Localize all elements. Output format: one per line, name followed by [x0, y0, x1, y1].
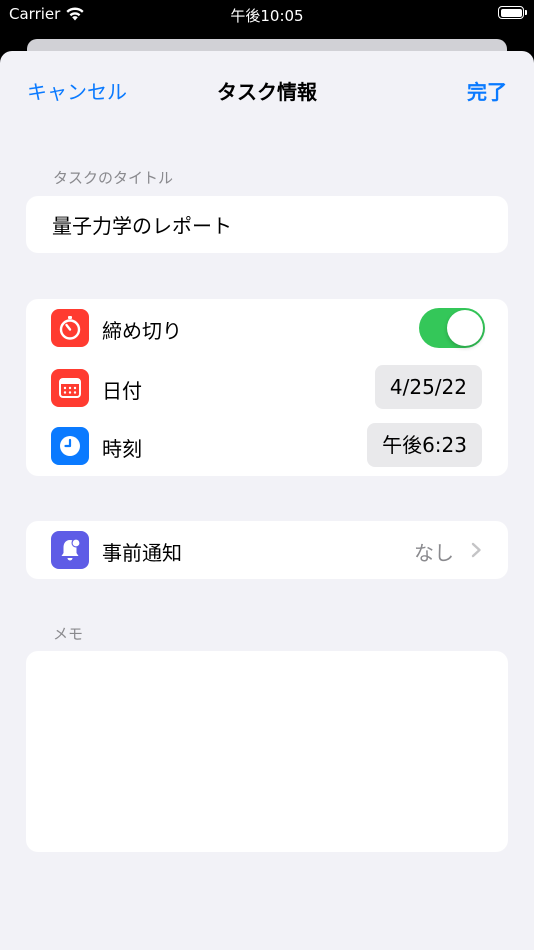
notification-label: 事前通知	[102, 541, 182, 565]
navigation-bar: キャンセル タスク情報 完了	[0, 51, 534, 127]
date-label: 日付	[102, 379, 142, 403]
memo-section-label: メモ	[53, 625, 84, 643]
battery-icon	[498, 6, 527, 19]
notification-row-content: 事前通知 なし	[26, 521, 508, 579]
toggle-knob	[447, 310, 483, 346]
task-title-section-label: タスクのタイトル	[53, 169, 174, 187]
done-button[interactable]: 完了	[467, 76, 507, 105]
calendar-icon	[51, 369, 89, 407]
status-bar: Carrier 午後10:05	[0, 0, 534, 30]
date-row: 日付 4/25/22	[26, 359, 508, 417]
chevron-right-icon	[471, 542, 481, 558]
task-info-sheet: キャンセル タスク情報 完了 タスクのタイトル 量子力学のレポート 締め切り 日…	[0, 51, 534, 950]
time-picker-button[interactable]: 午後6:23	[367, 423, 482, 467]
stopwatch-icon	[51, 309, 89, 347]
memo-text-area[interactable]	[26, 651, 508, 852]
time-row: 時刻 午後6:23	[26, 417, 508, 475]
notification-value: なし	[414, 541, 454, 565]
deadline-row: 締め切り	[26, 299, 508, 357]
task-title-input[interactable]: 量子力学のレポート	[52, 210, 232, 239]
clock-time: 午後10:05	[230, 7, 304, 25]
deadline-group: 締め切り 日付 4/25/22 時刻 午後6:23	[26, 299, 508, 476]
deadline-toggle[interactable]	[419, 308, 485, 348]
bell-badge-icon	[51, 531, 89, 569]
notification-row[interactable]: 事前通知 なし	[26, 521, 508, 579]
date-picker-button[interactable]: 4/25/22	[374, 365, 482, 409]
task-title-field[interactable]: 量子力学のレポート	[26, 196, 508, 253]
time-label: 時刻	[102, 437, 142, 461]
deadline-label: 締め切り	[102, 319, 182, 343]
clock-icon	[51, 427, 89, 465]
page-title: タスク情報	[217, 80, 317, 104]
